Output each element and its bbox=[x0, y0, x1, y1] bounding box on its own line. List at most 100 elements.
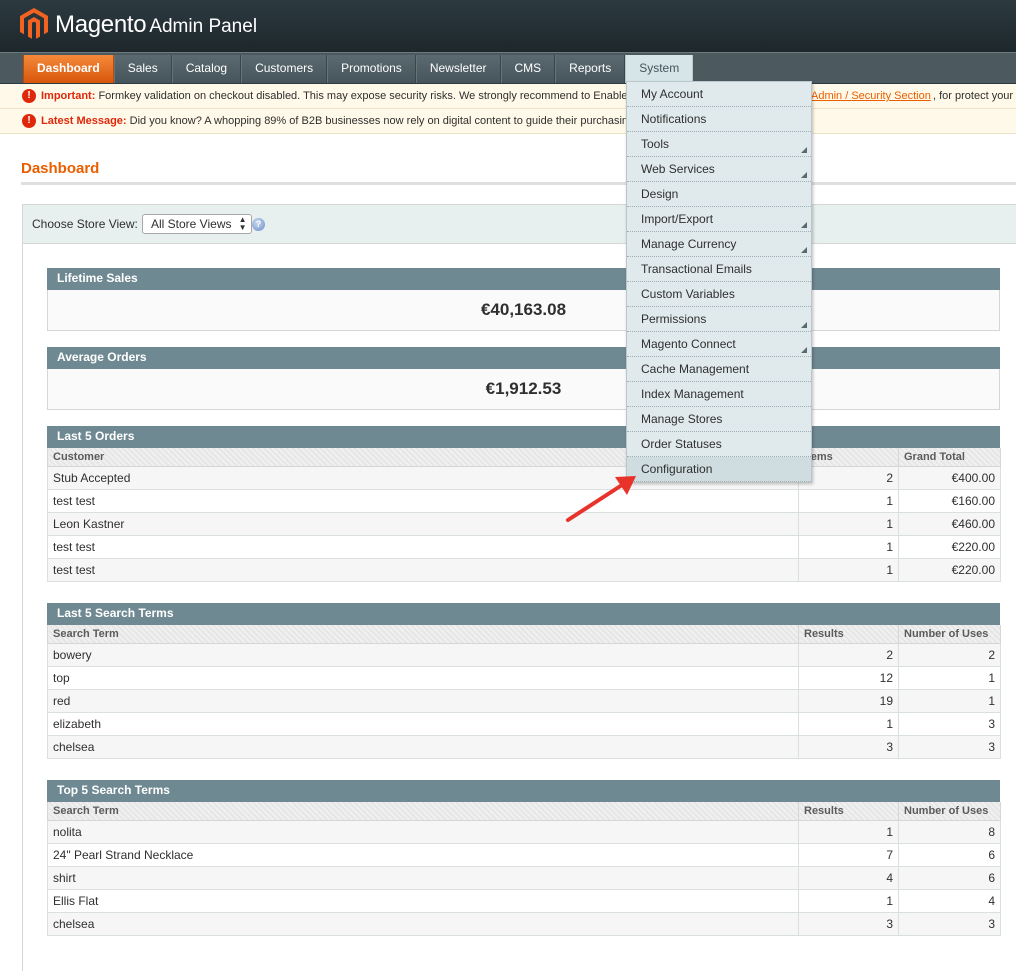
table-row[interactable]: nolita 1 8 bbox=[47, 819, 1001, 844]
system-menu-item-label: Permissions bbox=[641, 312, 707, 326]
column-header[interactable]: Search Term bbox=[47, 802, 799, 821]
table-cell: Leon Kastner bbox=[47, 511, 799, 536]
table-row[interactable]: chelsea 3 3 bbox=[47, 911, 1001, 936]
table-cell: 1 bbox=[798, 488, 899, 513]
table-cell: nolita bbox=[47, 819, 799, 844]
last-orders-header: Last 5 Orders bbox=[47, 426, 1000, 448]
system-menu-item-label: Custom Variables bbox=[641, 287, 735, 301]
table-row[interactable]: Ellis Flat 1 4 bbox=[47, 888, 1001, 913]
system-menu-item-manage-stores[interactable]: Manage Stores bbox=[627, 407, 811, 432]
submenu-arrow-icon bbox=[801, 347, 807, 353]
column-header[interactable]: Results bbox=[798, 625, 899, 644]
table-cell: 2 bbox=[798, 465, 899, 490]
system-menu-item-notifications[interactable]: Notifications bbox=[627, 107, 811, 132]
system-menu-item-design[interactable]: Design bbox=[627, 182, 811, 207]
table-row[interactable]: Stub Accepted 2 €400.00 bbox=[47, 465, 1001, 490]
nav-item-reports[interactable]: Reports bbox=[555, 55, 626, 83]
table-header-row: Search Term Results Number of Uses bbox=[47, 625, 1001, 644]
table-cell: 1 bbox=[798, 511, 899, 536]
system-menu-item-magento-connect[interactable]: Magento Connect bbox=[627, 332, 811, 357]
important-message: ! Important: Formkey validation on check… bbox=[0, 84, 1016, 109]
column-header[interactable]: Grand Total bbox=[898, 448, 1001, 467]
system-menu-item-label: Design bbox=[641, 187, 679, 201]
top-search-table: Search Term Results Number of Uses nolita 1 8… bbox=[47, 802, 1001, 936]
system-menu-item-import-export[interactable]: Import/Export bbox=[627, 207, 811, 232]
system-menu-item-web-services[interactable]: Web Services bbox=[627, 157, 811, 182]
table-row[interactable]: chelsea 3 3 bbox=[47, 734, 1001, 759]
system-menu-item-label: Manage Currency bbox=[641, 237, 737, 251]
system-menu-item-label: Transactional Emails bbox=[641, 262, 752, 276]
lifetime-sales-header: Lifetime Sales bbox=[47, 268, 1000, 290]
help-icon[interactable]: ? bbox=[252, 218, 265, 231]
system-menu-item-permissions[interactable]: Permissions bbox=[627, 307, 811, 332]
store-switcher: Choose Store View: All Store Views ▲ ▼ ? bbox=[22, 204, 1016, 244]
table-row[interactable]: 24" Pearl Strand Necklace 7 6 bbox=[47, 842, 1001, 867]
table-cell: elizabeth bbox=[47, 711, 799, 736]
latest-text: Did you know? A whopping 89% of B2B busi… bbox=[129, 115, 629, 127]
nav-item-customers[interactable]: Customers bbox=[241, 55, 328, 83]
table-row[interactable]: test test 1 €160.00 bbox=[47, 488, 1001, 513]
nav-item-newsletter[interactable]: Newsletter bbox=[415, 55, 501, 83]
table-row[interactable]: top 12 1 bbox=[47, 665, 1001, 690]
table-cell: 1 bbox=[798, 711, 899, 736]
nav-item-catalog[interactable]: Catalog bbox=[171, 55, 242, 83]
nav-item-dashboard[interactable]: Dashboard bbox=[23, 55, 114, 83]
average-orders-box: €1,912.53 bbox=[47, 369, 1000, 410]
column-header[interactable]: Number of Uses bbox=[898, 625, 1001, 644]
last-search-header: Last 5 Search Terms bbox=[47, 603, 1000, 625]
system-menu-item-custom-variables[interactable]: Custom Variables bbox=[627, 282, 811, 307]
page-title: Dashboard bbox=[21, 160, 100, 177]
table-cell: chelsea bbox=[47, 734, 799, 759]
table-cell: test test bbox=[47, 488, 799, 513]
table-row[interactable]: Leon Kastner 1 €460.00 bbox=[47, 511, 1001, 536]
nav-item-sales[interactable]: Sales bbox=[113, 55, 172, 83]
system-menu-item-order-statuses[interactable]: Order Statuses bbox=[627, 432, 811, 457]
system-menu-item-tools[interactable]: Tools bbox=[627, 132, 811, 157]
important-text-tail: , for protect your c bbox=[933, 90, 1016, 102]
lifetime-sales-value: €40,163.08 bbox=[480, 300, 567, 319]
table-cell: Ellis Flat bbox=[47, 888, 799, 913]
table-cell: 3 bbox=[798, 734, 899, 759]
system-menu-item-label: Cache Management bbox=[641, 362, 750, 376]
column-header[interactable]: Number of Uses bbox=[898, 802, 1001, 821]
system-menu-item-index-management[interactable]: Index Management bbox=[627, 382, 811, 407]
table-cell: chelsea bbox=[47, 911, 799, 936]
table-cell: 3 bbox=[898, 734, 1001, 759]
system-menu-item-manage-currency[interactable]: Manage Currency bbox=[627, 232, 811, 257]
table-row[interactable]: elizabeth 1 3 bbox=[47, 711, 1001, 736]
table-cell: 3 bbox=[898, 711, 1001, 736]
header-bar: Magento Admin Panel bbox=[0, 0, 1016, 52]
system-menu-item-configuration[interactable]: Configuration bbox=[627, 457, 811, 482]
table-cell: 2 bbox=[798, 642, 899, 667]
store-switcher-label: Choose Store View: bbox=[32, 217, 138, 231]
table-cell: 19 bbox=[798, 688, 899, 713]
system-menu-item-transactional-emails[interactable]: Transactional Emails bbox=[627, 257, 811, 282]
nav-item-system[interactable]: System bbox=[625, 55, 694, 83]
column-header[interactable]: Items bbox=[798, 448, 899, 467]
table-row[interactable]: bowery 2 2 bbox=[47, 642, 1001, 667]
table-cell: 12 bbox=[798, 665, 899, 690]
table-cell: 1 bbox=[798, 534, 899, 559]
store-view-select[interactable]: All Store Views ▲ ▼ bbox=[142, 214, 253, 234]
latest-message: ! Latest Message: Did you know? A whoppi… bbox=[0, 109, 1016, 134]
system-menu-item-my-account[interactable]: My Account bbox=[627, 82, 811, 107]
table-header-row: Customer Items Grand Total bbox=[47, 448, 1001, 467]
admin-security-link[interactable]: Admin / Security Section bbox=[811, 84, 931, 108]
table-cell: 1 bbox=[898, 665, 1001, 690]
column-header[interactable]: Search Term bbox=[47, 625, 799, 644]
column-header[interactable]: Results bbox=[798, 802, 899, 821]
annotation-arrow-icon bbox=[566, 476, 636, 522]
table-row[interactable]: test test 1 €220.00 bbox=[47, 534, 1001, 559]
nav-item-cms[interactable]: CMS bbox=[500, 55, 556, 83]
table-cell: 6 bbox=[898, 842, 1001, 867]
table-row[interactable]: red 19 1 bbox=[47, 688, 1001, 713]
select-arrows-icon: ▲ ▼ bbox=[238, 215, 247, 232]
table-cell: €220.00 bbox=[898, 534, 1001, 559]
table-cell: 8 bbox=[898, 819, 1001, 844]
main-navigation: Dashboard Sales Catalog Customers Promotions… bbox=[0, 52, 1016, 84]
table-row[interactable]: shirt 4 6 bbox=[47, 865, 1001, 890]
table-row[interactable]: test test 1 €220.00 bbox=[47, 557, 1001, 582]
table-cell: shirt bbox=[47, 865, 799, 890]
nav-item-promotions[interactable]: Promotions bbox=[327, 55, 416, 83]
system-menu-item-cache-management[interactable]: Cache Management bbox=[627, 357, 811, 382]
